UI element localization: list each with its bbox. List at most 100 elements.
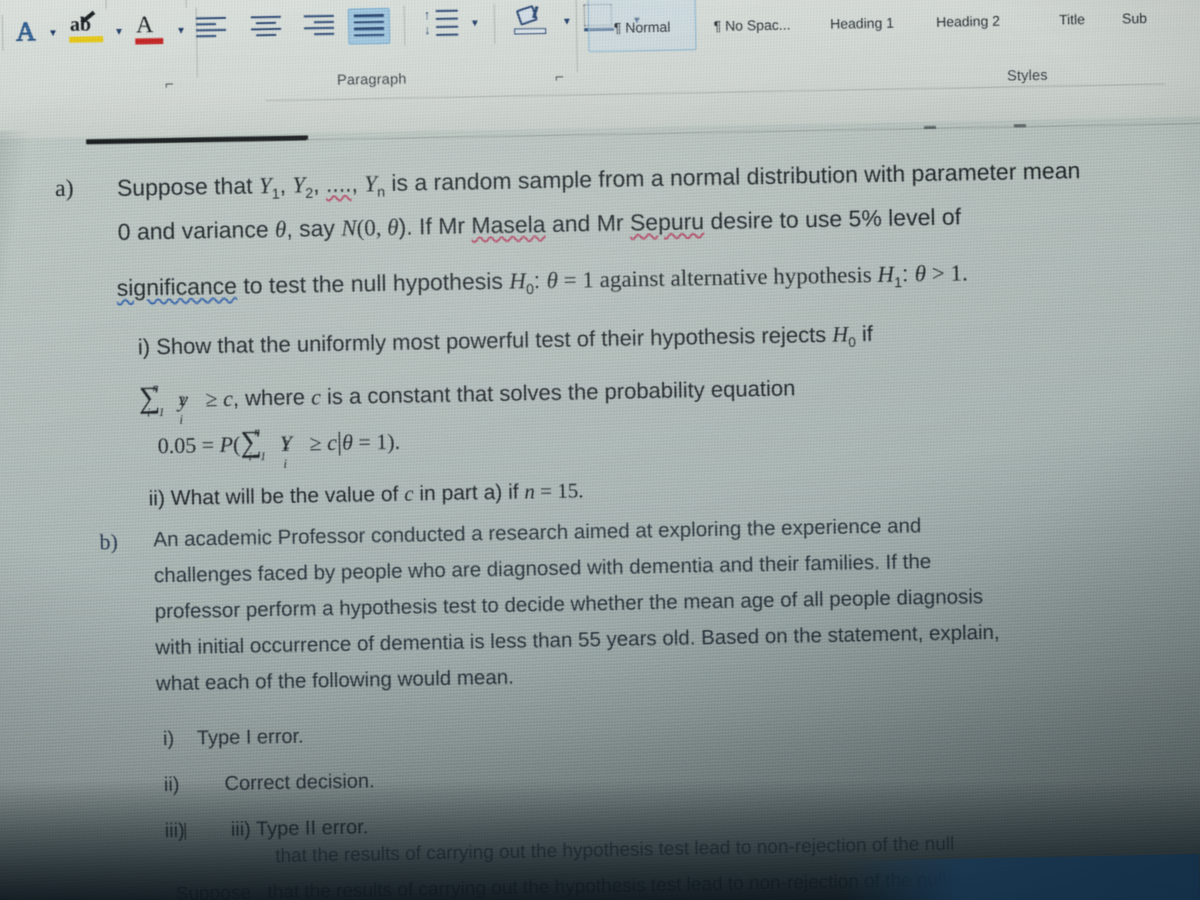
sub-item-i: i) Type I error. <box>163 726 304 752</box>
style-name: ¶ No Spac... <box>713 16 791 34</box>
text-fragment: to test the null hypothesis <box>236 267 510 299</box>
chevron-down-icon[interactable]: ▼ <box>562 16 572 27</box>
text-fragment: : <box>533 267 547 294</box>
change-case-icon[interactable]: Aa <box>121 0 146 2</box>
question-b-marker: b) <box>99 528 118 555</box>
math-relation: ≥ <box>199 385 224 412</box>
text-fragment: , <box>279 171 293 198</box>
math-theta: θ <box>341 429 354 455</box>
part-ii-marker: ii) <box>148 487 166 511</box>
math-theta: θ <box>546 267 559 294</box>
text-fragment: (0, <box>356 214 388 241</box>
math-H1: H <box>877 261 895 287</box>
math-relation: ≥ <box>303 430 328 456</box>
text-fragment: and Mr <box>545 209 631 238</box>
math-y2: Y <box>292 172 306 198</box>
monitor-screen: A A Aa ▼ x2 A ▼ ab ▼ <box>0 0 1200 900</box>
question-b-line-4: with initial occurrence of dementia is l… <box>155 620 1000 660</box>
word-ribbon: A A Aa ▼ x2 A ▼ ab ▼ <box>0 0 1200 140</box>
math-H0: H <box>832 321 849 347</box>
text-fragment: = 1 against alternative hypothesis <box>557 261 878 293</box>
tab-stop-marker[interactable] <box>923 125 937 130</box>
text-fragment: > 1. <box>925 260 969 287</box>
font-dialog-launcher[interactable]: ⌐ <box>165 76 174 93</box>
sub-item-text: Type I error. <box>196 725 304 750</box>
chevron-down-icon[interactable]: ▼ <box>470 18 480 29</box>
style-item-no-spacing[interactable]: AaBbCc ¶ No Spac... <box>699 0 804 48</box>
chevron-down-icon[interactable]: ▼ <box>114 27 124 38</box>
style-name: Sub <box>1121 9 1148 27</box>
math-ellipsis: .... <box>325 170 352 198</box>
misspelled-word: Masela <box>471 211 546 239</box>
part-i-marker: i) <box>137 334 151 360</box>
math-y1: Y <box>258 173 272 199</box>
style-name: Title <box>1058 11 1086 28</box>
style-item-heading-1[interactable]: AaBbC( Heading 1 <box>809 0 914 46</box>
text-fragment: What will be the value of <box>164 482 405 511</box>
align-center-icon[interactable] <box>250 15 282 37</box>
document-page[interactable]: a) Suppose that Y1, Y2, ...., Yn is a ra… <box>0 126 1200 900</box>
math-c: c <box>222 385 234 411</box>
text-fragment: = 1 <box>352 428 388 455</box>
sub-item-text: iii) Type II error. <box>230 816 369 841</box>
math-yn: Y <box>364 171 378 197</box>
text-effects-icon[interactable]: A <box>15 16 36 47</box>
math-H0: H <box>509 268 527 294</box>
math-c: c <box>310 384 322 410</box>
part-i-line: i) Show that the uniformly most powerful… <box>138 321 874 363</box>
style-item-title[interactable]: AaB Title <box>1019 0 1124 42</box>
align-right-icon[interactable] <box>302 14 335 36</box>
math-var-sup: 2 <box>178 392 186 408</box>
text-fragment: desire to use 5% level of <box>703 203 962 235</box>
grow-font-icon[interactable]: A <box>23 0 42 7</box>
sub-item-iii: iii) iii) Type II error. <box>165 816 369 843</box>
text-highlight-icon[interactable]: ab <box>69 10 104 43</box>
question-a-line-1: Suppose that Y1, Y2, ...., Yn is a rando… <box>117 157 1081 205</box>
text-fragment: if <box>855 321 874 347</box>
clear-formatting-icon[interactable] <box>209 0 244 1</box>
text-fragment: , <box>312 171 327 198</box>
paragraph-group-label: Paragraph <box>336 71 407 89</box>
text-cursor <box>184 822 186 840</box>
cut-off-line-2: Suppose that the results of carrying out… <box>176 870 947 900</box>
chevron-down-icon[interactable]: ▼ <box>176 26 186 37</box>
paragraph-dialog-launcher[interactable]: ⌐ <box>555 69 564 86</box>
misspelled-word: Sepuru <box>629 208 705 236</box>
sub-item-marker: ii) <box>163 773 180 797</box>
math-N: N <box>341 215 357 241</box>
math-theta: θ <box>274 216 287 242</box>
grammar-flagged-word: significance <box>116 272 238 301</box>
style-sample: AaBbCc <box>589 0 693 2</box>
text-fragment: , say <box>286 214 342 242</box>
math-theta: θ <box>387 214 399 240</box>
sigma-upper-limit: n <box>152 380 159 395</box>
math-var-sub: i <box>179 411 184 427</box>
line-spacing-icon[interactable]: ↑ ↓ <box>422 7 463 42</box>
style-item-heading-2[interactable]: AaBbCcD Heading 2 <box>915 0 1020 44</box>
tab-stop-marker[interactable] <box>1013 124 1026 128</box>
font-color-icon[interactable]: A <box>135 12 164 45</box>
question-b-line-3: professor perform a hypothesis test to d… <box>154 585 984 624</box>
formula-1: ∑ n i=1 yi2 ≥ c, where c is a constant tha… <box>139 374 796 426</box>
formula-2: 0.05 = P( ∑ n i=1 Yi2 ≥ c|θ = 1). <box>157 424 401 471</box>
chevron-down-icon[interactable]: ▼ <box>48 28 58 39</box>
text-fragment: 0 and variance <box>117 215 276 245</box>
sub-item-ii: ii) Correct decision. <box>164 770 375 797</box>
shading-icon[interactable] <box>512 4 553 40</box>
math-P: P <box>219 431 234 458</box>
style-item-normal[interactable]: AaBbCc ¶ Normal <box>589 0 694 50</box>
style-item-subtitle[interactable]: AaB Sub <box>1121 0 1200 40</box>
shrink-font-icon[interactable]: A <box>71 0 85 5</box>
text-fragment: = 15. <box>534 478 584 504</box>
align-left-icon[interactable] <box>195 16 228 38</box>
question-a-line-3: significance to test the null hypothesis… <box>117 259 969 305</box>
sigma-upper-limit: n <box>254 424 261 439</box>
sub-item-text: Correct decision. <box>224 770 375 795</box>
summation-symbol: ∑ n i=1 <box>139 380 165 419</box>
style-name: ¶ Normal <box>613 18 671 36</box>
math-paren-close: ). <box>387 428 401 454</box>
question-b-line-5: what each of the following would mean. <box>155 665 515 696</box>
document-canvas: a) Suppose that Y1, Y2, ...., Yn is a ra… <box>0 116 1200 900</box>
justify-icon[interactable] <box>353 13 386 37</box>
text-fragment: in part a) if <box>413 480 525 506</box>
